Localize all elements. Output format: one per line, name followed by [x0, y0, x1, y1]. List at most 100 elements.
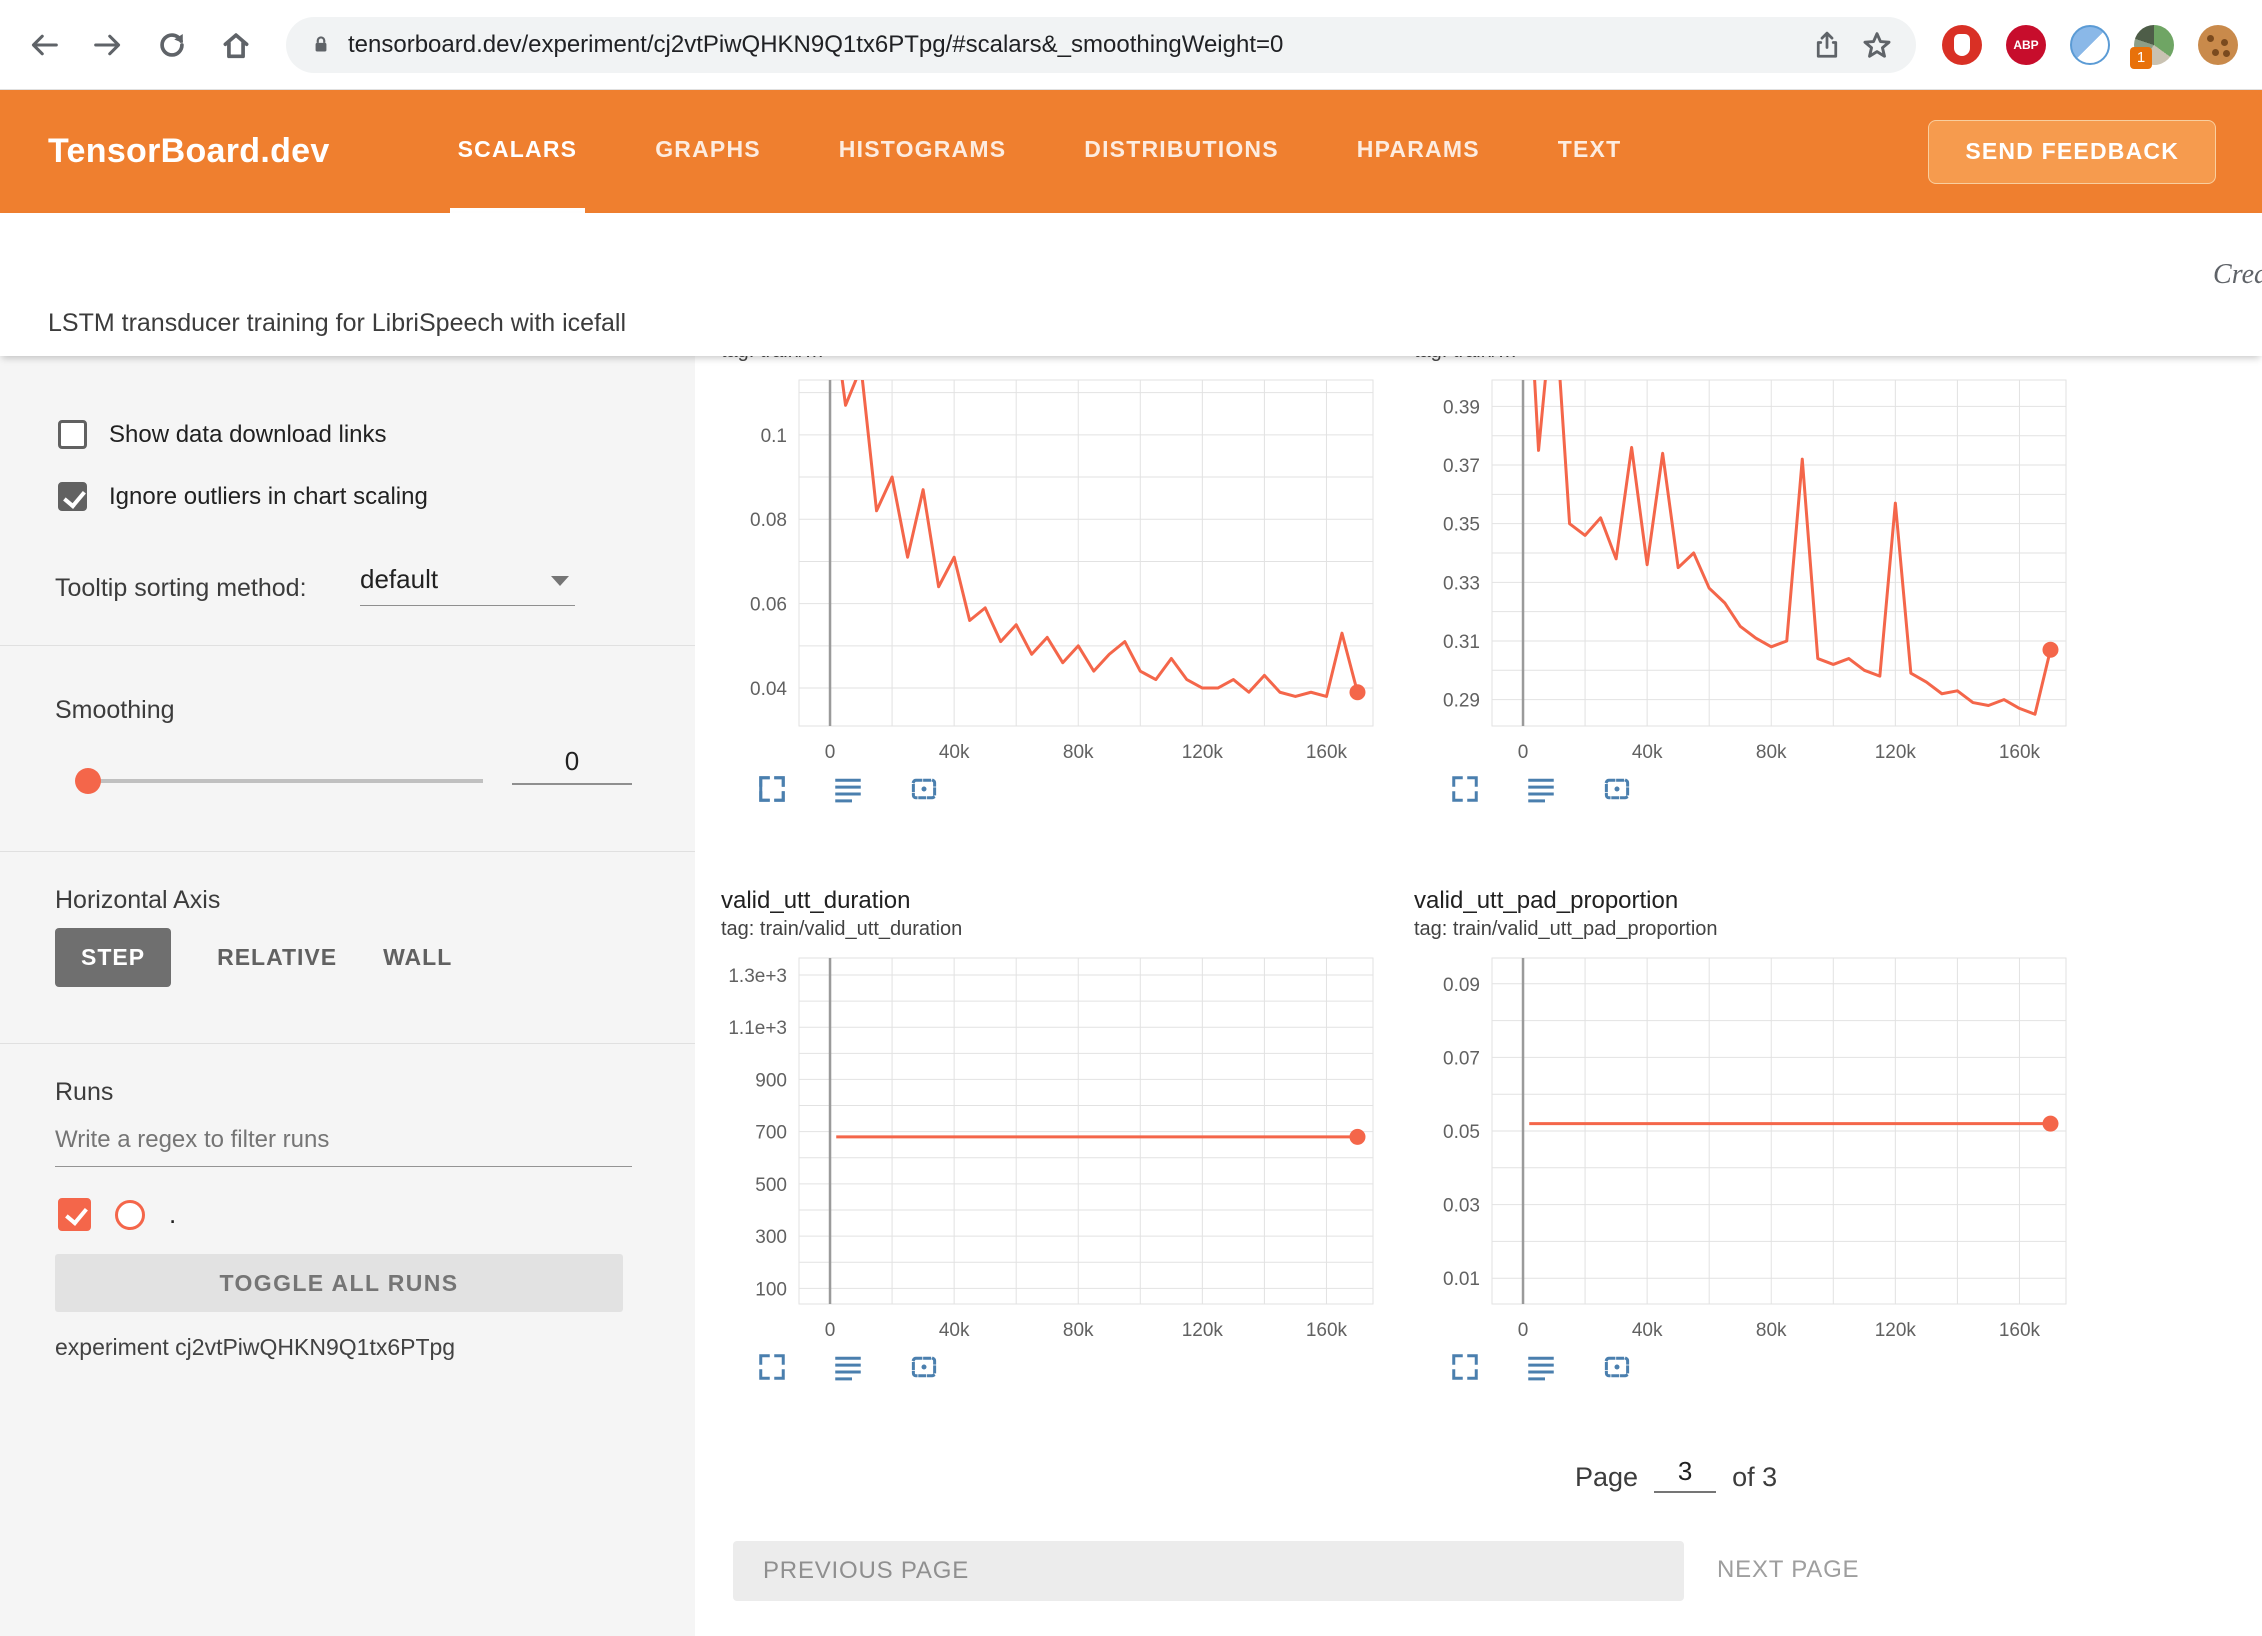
svg-text:40k: 40k	[1632, 1320, 1663, 1341]
expand-chart-icon[interactable]	[1450, 774, 1480, 804]
divider	[0, 645, 695, 646]
svg-text:0: 0	[825, 1320, 836, 1341]
horizontal-axis-toggle: STEP RELATIVE WALL	[55, 928, 452, 987]
send-feedback-button[interactable]: SEND FEEDBACK	[1928, 120, 2216, 184]
axis-step-button[interactable]: STEP	[55, 928, 171, 987]
svg-text:120k: 120k	[1182, 742, 1224, 763]
tab-text[interactable]: TEXT	[1550, 90, 1630, 213]
run-color-swatch[interactable]	[115, 1200, 145, 1230]
line-chart[interactable]: 0.010.030.050.070.09040k80k120k160k	[1414, 948, 2074, 1348]
expand-chart-icon[interactable]	[1450, 1352, 1480, 1382]
ignore-outliers-checkbox[interactable]	[58, 482, 87, 511]
expand-chart-icon[interactable]	[757, 774, 787, 804]
back-icon[interactable]	[24, 25, 64, 65]
svg-text:40k: 40k	[939, 742, 970, 763]
show-download-links-row[interactable]: Show data download links	[58, 420, 387, 449]
chart-tag: tag: train/…	[721, 356, 1381, 364]
svg-text:120k: 120k	[1875, 1320, 1917, 1341]
runs-filter-input[interactable]	[55, 1126, 632, 1167]
chart-card: tag: train/… 0.040.060.080.1040k80k120k1…	[721, 356, 1381, 804]
tab-graphs[interactable]: GRAPHS	[647, 90, 769, 213]
address-bar[interactable]: tensorboard.dev/experiment/cj2vtPiwQHKN9…	[286, 17, 1916, 73]
fit-domain-icon[interactable]	[1602, 774, 1632, 804]
tab-histograms[interactable]: HISTOGRAMS	[831, 90, 1014, 213]
fit-domain-icon[interactable]	[909, 1352, 939, 1382]
extension-blue-icon[interactable]	[2070, 25, 2110, 65]
axis-relative-button[interactable]: RELATIVE	[217, 944, 337, 971]
smoothing-value-input[interactable]	[512, 746, 632, 785]
tab-distributions[interactable]: DISTRIBUTIONS	[1076, 90, 1287, 213]
next-page-button[interactable]: NEXT PAGE	[1717, 1556, 1859, 1584]
nav-tabs: SCALARS GRAPHS HISTOGRAMS DISTRIBUTIONS …	[450, 90, 1630, 213]
home-icon[interactable]	[216, 25, 256, 65]
run-name: .	[169, 1199, 176, 1230]
run-checkbox[interactable]	[58, 1198, 91, 1231]
show-download-links-checkbox[interactable]	[58, 420, 87, 449]
axis-wall-button[interactable]: WALL	[383, 944, 452, 971]
svg-text:160k: 160k	[1306, 742, 1348, 763]
pagination: Page of 3	[1575, 1456, 1777, 1493]
svg-text:0: 0	[1518, 1320, 1529, 1341]
svg-text:0.04: 0.04	[750, 679, 787, 700]
settings-sidebar: Show data download links Ignore outliers…	[0, 356, 695, 1636]
fit-domain-icon[interactable]	[909, 774, 939, 804]
runs-selector-icon[interactable]	[1526, 1352, 1556, 1382]
extension-icons: ABP 1	[1942, 25, 2238, 65]
toggle-all-runs-button[interactable]: TOGGLE ALL RUNS	[55, 1254, 623, 1312]
run-list-item[interactable]: .	[58, 1198, 176, 1231]
svg-text:0: 0	[1518, 742, 1529, 763]
svg-text:0.35: 0.35	[1443, 515, 1480, 536]
line-chart[interactable]: 0.290.310.330.350.370.39040k80k120k160k	[1414, 370, 2074, 770]
runs-label: Runs	[55, 1078, 113, 1107]
svg-text:80k: 80k	[1756, 1320, 1787, 1341]
svg-text:1.1e+3: 1.1e+3	[728, 1018, 787, 1039]
tooltip-sorting-dropdown[interactable]: default	[360, 564, 575, 606]
experiment-description: LSTM transducer training for LibriSpeech…	[48, 309, 626, 338]
svg-text:0.1: 0.1	[761, 426, 787, 447]
url-text[interactable]: tensorboard.dev/experiment/cj2vtPiwQHKN9…	[348, 31, 1794, 59]
svg-text:160k: 160k	[1306, 1320, 1348, 1341]
reload-icon[interactable]	[152, 25, 192, 65]
slider-track[interactable]	[81, 779, 483, 783]
bookmark-star-icon[interactable]	[1860, 28, 1894, 62]
chart-tag: tag: train/valid_utt_pad_proportion	[1414, 916, 2074, 942]
svg-text:40k: 40k	[1632, 742, 1663, 763]
share-icon[interactable]	[1810, 28, 1844, 62]
profile-avatar[interactable]: 1	[2134, 25, 2174, 65]
svg-text:0.09: 0.09	[1443, 975, 1480, 996]
fit-domain-icon[interactable]	[1602, 1352, 1632, 1382]
tab-hparams[interactable]: HPARAMS	[1349, 90, 1488, 213]
line-chart[interactable]: 1003005007009001.1e+31.3e+3040k80k120k16…	[721, 948, 1381, 1348]
svg-text:0.01: 0.01	[1443, 1269, 1480, 1290]
expand-chart-icon[interactable]	[757, 1352, 787, 1382]
svg-text:100: 100	[755, 1279, 787, 1300]
svg-text:0.33: 0.33	[1443, 573, 1480, 594]
abp-icon[interactable]: ABP	[2006, 25, 2046, 65]
runs-selector-icon[interactable]	[833, 1352, 863, 1382]
line-chart[interactable]: 0.040.060.080.1040k80k120k160k	[721, 370, 1381, 770]
chart-tag: tag: train/…	[1414, 356, 2074, 364]
runs-selector-icon[interactable]	[1526, 774, 1556, 804]
page-number-input[interactable]	[1654, 1456, 1716, 1493]
ignore-outliers-label: Ignore outliers in chart scaling	[109, 483, 428, 511]
cookie-icon[interactable]	[2198, 25, 2238, 65]
svg-text:0.08: 0.08	[750, 510, 787, 531]
slider-thumb[interactable]	[75, 768, 101, 794]
tab-scalars[interactable]: SCALARS	[450, 90, 586, 213]
previous-page-button[interactable]: PREVIOUS PAGE	[733, 1541, 1684, 1601]
smoothing-slider[interactable]	[81, 768, 483, 794]
runs-selector-icon[interactable]	[833, 774, 863, 804]
adblock-icon[interactable]	[1942, 25, 1982, 65]
chevron-down-icon	[551, 576, 569, 586]
created-text-clipped: Crea	[2213, 259, 2262, 291]
forward-icon[interactable]	[88, 25, 128, 65]
svg-text:0.31: 0.31	[1443, 632, 1480, 653]
svg-text:0.29: 0.29	[1443, 691, 1480, 712]
chart-actions	[1450, 774, 2074, 804]
tooltip-sorting-label: Tooltip sorting method:	[55, 574, 307, 603]
svg-text:40k: 40k	[939, 1320, 970, 1341]
experiment-id: experiment cj2vtPiwQHKN9Q1tx6PTpg	[55, 1334, 455, 1361]
lock-icon	[308, 32, 334, 58]
ignore-outliers-row[interactable]: Ignore outliers in chart scaling	[58, 482, 428, 511]
show-download-links-label: Show data download links	[109, 421, 387, 449]
